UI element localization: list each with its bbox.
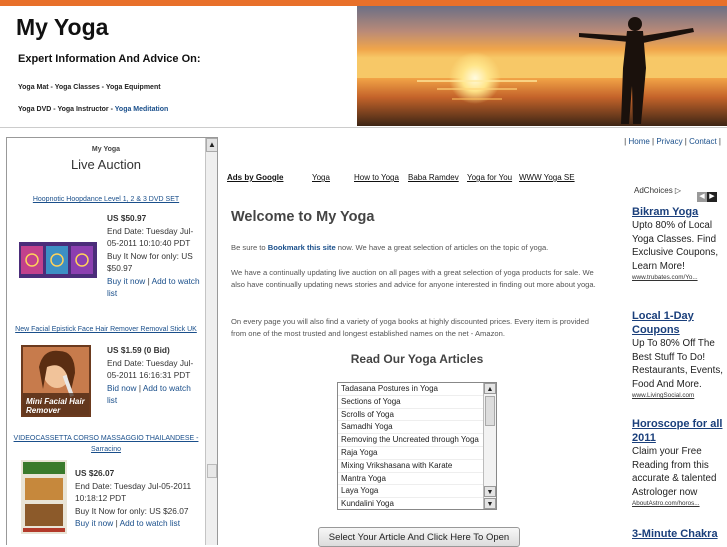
- sidebar-ad[interactable]: Bikram Yoga Upto 80% of Local Yoga Class…: [632, 205, 724, 282]
- ad-next-arrow-icon[interactable]: ▶: [707, 192, 717, 202]
- nav-yoga-classes[interactable]: Yoga Classes: [55, 84, 100, 91]
- thumb-caption-line1: Mini Facial Hair: [26, 397, 86, 406]
- contact-link[interactable]: Contact: [689, 137, 717, 146]
- header-nav-row-2: Yoga DVD - Yoga Instructor - Yoga Medita…: [18, 106, 168, 113]
- article-option[interactable]: Samadhi Yoga: [338, 421, 483, 435]
- ad-body: Upto 80% of Local Yoga Classes. Find Exc…: [632, 220, 719, 272]
- bid-now-link[interactable]: Bid now: [107, 383, 137, 393]
- scroll-up-arrow-icon[interactable]: ▲: [206, 138, 217, 152]
- scroll-up-arrow-icon[interactable]: ▲: [484, 383, 496, 394]
- ad-title[interactable]: 3-Minute Chakra: [632, 527, 724, 541]
- books-paragraph: On every page you will also find a varie…: [231, 317, 589, 338]
- ad-title[interactable]: Horoscope for all 2011: [632, 417, 724, 445]
- item-buy-now-price: Buy It Now for only: US $26.07: [75, 505, 189, 516]
- item-price: US $50.97: [107, 213, 147, 223]
- sunset-yoga-banner: [357, 6, 727, 126]
- ad-link[interactable]: WWW Yoga SE: [519, 173, 575, 182]
- top-links: | Home | Privacy | Contact |: [624, 137, 721, 146]
- ad-url[interactable]: www.LivingSocial.com: [632, 391, 724, 400]
- auction-paragraph: We have a continually updating live auct…: [231, 268, 596, 289]
- ad-title[interactable]: Local 1-Day Coupons: [632, 309, 724, 337]
- nav-yoga-mat[interactable]: Yoga Mat: [18, 84, 49, 91]
- ad-url[interactable]: AboutAstro.com/horos...: [632, 499, 724, 508]
- nav-yoga-meditation[interactable]: Yoga Meditation: [115, 106, 169, 113]
- auction-item-image[interactable]: [19, 242, 97, 278]
- scrollbar-thumb[interactable]: [207, 464, 217, 478]
- nav-yoga-instructor[interactable]: Yoga Instructor: [57, 106, 108, 113]
- tagline: Expert Information And Advice On:: [18, 53, 201, 65]
- auction-item-title[interactable]: New Facial Epistick Face Hair Remover Re…: [7, 326, 205, 333]
- scroll-down-arrow-icon[interactable]: ▼: [484, 498, 496, 509]
- auction-item-details: US $1.59 (0 Bid) End Date: Tuesday Jul-0…: [107, 344, 203, 407]
- ad-body: Up To 80% Off The Best Stuff To Do! Rest…: [632, 338, 723, 390]
- ads-by-google-link[interactable]: Ads by Google: [227, 173, 283, 182]
- ad-link[interactable]: How to Yoga: [354, 173, 399, 182]
- article-option[interactable]: Tadasana Postures in Yoga: [338, 383, 483, 396]
- article-option[interactable]: Sections of Yoga: [338, 396, 483, 409]
- buy-now-link[interactable]: Buy it now: [107, 276, 145, 286]
- open-article-button[interactable]: Select Your Article And Click Here To Op…: [318, 527, 520, 547]
- item-buy-now-price: Buy It Now for only: US $50.97: [107, 250, 193, 274]
- thumb-caption-line2: Remover: [26, 406, 61, 415]
- auction-item-image[interactable]: [21, 460, 67, 534]
- ad-link[interactable]: Yoga for You: [467, 173, 512, 182]
- welcome-heading: Welcome to My Yoga: [231, 209, 375, 225]
- adchoices-play-icon: ▷: [674, 186, 682, 195]
- ad-url[interactable]: www.trubates.com/Yo...: [632, 273, 724, 282]
- site-title[interactable]: My Yoga: [16, 14, 108, 41]
- nav-yoga-equipment[interactable]: Yoga Equipment: [106, 84, 161, 91]
- item-end-date: End Date: Tuesday Jul-05-2011 10:10:40 P…: [107, 225, 194, 249]
- auction-item-title[interactable]: Hoopnotic Hoopdance Level 1, 2 & 3 DVD S…: [7, 196, 205, 203]
- article-option[interactable]: Laya Yoga: [338, 485, 483, 499]
- nav-yoga-dvd[interactable]: Yoga DVD: [18, 106, 51, 113]
- intro-paragraph: Be sure to Bookmark this site now. We ha…: [231, 242, 603, 254]
- auction-item-image[interactable]: Mini Facial Hair Remover: [21, 345, 91, 417]
- intro-text-after: now. We have a great selection of articl…: [335, 243, 549, 252]
- auction-item-details: US $26.07 End Date: Tuesday Jul-05-2011 …: [75, 467, 203, 530]
- article-option[interactable]: Scrolls of Yoga: [338, 409, 483, 422]
- article-option[interactable]: Removing the Uncreated through Yoga: [338, 434, 483, 447]
- ad-body: Claim your Free Reading from this accura…: [632, 446, 717, 498]
- buy-now-link[interactable]: Buy it now: [75, 518, 113, 528]
- sidebar-small-title: My Yoga: [91, 146, 121, 153]
- adchoices-text: AdChoices: [634, 186, 673, 195]
- article-option[interactable]: Kundalini Yoga: [338, 498, 483, 509]
- item-end-date: End Date: Tuesday Jul-05-2011 16:16:31 P…: [107, 357, 194, 381]
- privacy-link[interactable]: Privacy: [656, 137, 682, 146]
- intro-text-before: Be sure to: [231, 243, 268, 252]
- item-price: US $26.07: [75, 468, 115, 478]
- sidebar-ad[interactable]: Horoscope for all 2011 Claim your Free R…: [632, 417, 724, 508]
- ad-nav-arrows: ◀ ▶: [697, 185, 717, 203]
- adchoices-label[interactable]: AdChoices ▷: [634, 186, 681, 195]
- scroll-down-arrow-icon[interactable]: ▼: [484, 486, 496, 497]
- add-to-watch-list-link[interactable]: Add to watch list: [120, 518, 180, 528]
- articles-heading: Read Our Yoga Articles: [350, 352, 484, 366]
- sidebar-ad[interactable]: 3-Minute Chakra: [632, 527, 724, 541]
- sidebar-scrollbar[interactable]: ▲: [205, 138, 217, 545]
- ad-link[interactable]: Baba Ramdev: [408, 173, 459, 182]
- listbox-scroll-thumb[interactable]: [485, 396, 495, 426]
- auction-item-details: US $50.97 End Date: Tuesday Jul-05-2011 …: [107, 212, 203, 300]
- live-auction-sidebar[interactable]: My Yoga Live Auction Hoopnotic Hoopdance…: [6, 137, 218, 545]
- header-nav-row-1: Yoga Mat - Yoga Classes - Yoga Equipment: [18, 84, 161, 91]
- article-option[interactable]: Mantra Yoga: [338, 473, 483, 486]
- auction-item-title[interactable]: VIDEOCASSETTA CORSO MASSAGGIO THAILANDES…: [7, 433, 205, 455]
- ad-prev-arrow-icon[interactable]: ◀: [697, 192, 707, 202]
- sidebar-title: Live Auction: [70, 157, 142, 172]
- home-link[interactable]: Home: [628, 137, 649, 146]
- article-option[interactable]: Raja Yoga: [338, 447, 483, 460]
- articles-listbox[interactable]: Tadasana Postures in Yoga Sections of Yo…: [337, 382, 497, 510]
- item-price: US $1.59 (0 Bid): [107, 345, 170, 355]
- ad-link[interactable]: Yoga: [312, 173, 330, 182]
- item-end-date: End Date: Tuesday Jul-05-2011 10:18:12 P…: [75, 480, 192, 504]
- sidebar-ad[interactable]: Local 1-Day Coupons Up To 80% Off The Be…: [632, 309, 724, 400]
- bookmark-link[interactable]: Bookmark this site: [268, 243, 336, 252]
- listbox-scrollbar[interactable]: ▲ ▼ ▼: [483, 383, 496, 509]
- ad-title[interactable]: Bikram Yoga: [632, 205, 724, 219]
- site-header: My Yoga Expert Information And Advice On…: [0, 6, 727, 128]
- article-option[interactable]: Mixing Vrikshasana with Karate: [338, 460, 483, 473]
